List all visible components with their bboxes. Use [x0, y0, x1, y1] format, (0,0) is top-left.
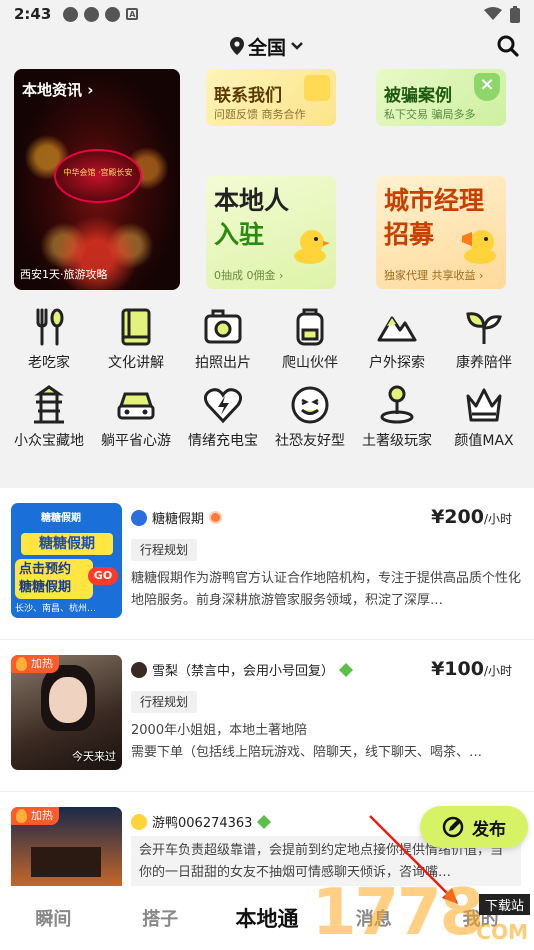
local-news-card[interactable]: 中华会馆 ·宫殿长安 本地资讯 › 西安1天·旅游攻略 [14, 69, 180, 290]
local-join-card[interactable]: 本地人 入驻 0抽成 0佣金 › [206, 176, 336, 289]
fraud-subtitle: 私下交易 骗局多多 [384, 108, 476, 121]
listing-description: 糖糖假期作为游鸭官方认证合作地陪机构，专注于提供高品质个性化地陪服务。前身深耕旅… [131, 571, 522, 608]
backpack-icon [296, 308, 324, 346]
category-item[interactable]: 躺平省心游 [96, 384, 176, 450]
car-icon [117, 392, 155, 420]
contact-us-card[interactable]: 联系我们 问题反馈 商务合作 [206, 69, 336, 126]
category-label: 颜值MAX [454, 433, 514, 449]
category-label: 小众宝藏地 [14, 433, 84, 449]
listing-price: ¥100/小时 [431, 658, 512, 680]
list-item[interactable]: 糖糖假期 糖糖假期 点击预约 糖糖假期 GO 长沙、南昌、杭州… 糖糖假期 ¥20… [0, 488, 534, 640]
go-badge: GO [88, 567, 118, 585]
publish-label: 发布 [472, 819, 506, 840]
location-selector[interactable]: 全国 [229, 33, 304, 60]
heart-bolt-icon [203, 388, 243, 424]
local-join-title: 本地人 入驻 [214, 186, 290, 249]
category-label: 情绪充电宝 [188, 433, 258, 449]
tab-local[interactable]: 本地通 [214, 903, 321, 933]
category-label: 躺平省心游 [101, 433, 171, 449]
boost-badge: 加热 [11, 655, 59, 673]
fraud-title: 被骗案例 [384, 86, 452, 106]
category-item[interactable]: 文化讲解 [96, 306, 176, 372]
level-diamond-icon [257, 814, 272, 829]
listing-thumbnail: 加热 今天来过 [11, 655, 122, 770]
level-diamond-icon [339, 662, 354, 677]
category-item[interactable]: 社恐友好型 [270, 384, 350, 450]
image-sign-text: 中华会馆 ·宫殿长安 [63, 168, 133, 177]
duck-megaphone-icon [462, 230, 496, 264]
contact-subtitle: 问题反馈 商务合作 [214, 108, 306, 121]
category-item[interactable]: 土著级玩家 [357, 384, 437, 450]
list-item[interactable]: 加热 今天来过 雪梨（禁言中，会用小号回复） ¥100/小时 行程规划 2000… [0, 640, 534, 792]
category-label: 户外探索 [369, 355, 425, 371]
listing-name: 雪梨（禁言中，会用小号回复） [131, 660, 354, 679]
pagoda-icon [34, 385, 64, 424]
listing-price: ¥200/小时 [431, 506, 512, 528]
location-label: 全国 [247, 36, 286, 59]
red-arrow-annotation [369, 815, 458, 904]
category-item[interactable]: 户外探索 [357, 306, 437, 372]
tab-partners[interactable]: 搭子 [107, 905, 214, 931]
avatar [131, 813, 147, 830]
search-icon[interactable] [496, 34, 520, 58]
thumbnail-caption: 今天来过 [72, 750, 116, 763]
status-time: 2:43 [14, 5, 52, 23]
category-label: 康养陪伴 [456, 355, 512, 371]
listing-thumbnail: 糖糖假期 糖糖假期 点击预约 糖糖假期 GO 长沙、南昌、杭州… [11, 503, 122, 618]
tab-moments[interactable]: 瞬间 [0, 905, 107, 931]
listing-name: 糖糖假期 [131, 508, 223, 527]
category-item[interactable]: 拍照出片 [183, 306, 263, 372]
book-icon [121, 308, 151, 346]
fork-spoon-icon [36, 308, 64, 346]
status-bar: 2:43 A [0, 0, 534, 28]
category-label: 拍照出片 [195, 355, 251, 371]
category-item[interactable]: 康养陪伴 [444, 306, 524, 372]
sprout-icon [466, 312, 502, 344]
app-notification-icon [84, 6, 100, 22]
notification-icons: A [63, 6, 139, 22]
listing-tag: 行程规划 [131, 539, 198, 561]
duck-mascot-icon [294, 230, 330, 264]
mountain-icon [377, 316, 417, 342]
contact-title: 联系我们 [214, 86, 282, 106]
category-item[interactable]: 情绪充电宝 [183, 384, 263, 450]
listing-tag: 行程规划 [131, 691, 198, 713]
listing-description: 2000年小姐姐，本地土著地陪 需要下单（包括线上陪玩游戏、陪聊天，线下聊天、喝茶… [131, 723, 483, 760]
notepad-icon [304, 75, 330, 101]
category-item[interactable]: 颜值MAX [444, 384, 524, 450]
fraud-cases-card[interactable]: × 被骗案例 私下交易 骗局多多 [376, 69, 506, 126]
avatar [131, 661, 147, 678]
category-item[interactable]: 爬山伙伴 [270, 306, 350, 372]
city-manager-subtitle: 独家代理 共享收益 › [384, 269, 484, 282]
city-manager-card[interactable]: 城市经理 招募 独家代理 共享收益 › [376, 176, 506, 289]
verified-badge-icon [209, 511, 223, 524]
local-join-subtitle: 0抽成 0佣金 › [214, 269, 284, 282]
chevron-down-icon [291, 42, 303, 50]
boost-badge: 加热 [11, 807, 59, 825]
category-item[interactable]: 小众宝藏地 [9, 384, 89, 450]
news-card-title[interactable]: 本地资讯 › [22, 79, 93, 100]
category-label: 老吃家 [28, 355, 70, 371]
category-label: 文化讲解 [108, 355, 164, 371]
app-notification-icon [63, 6, 79, 22]
map-pin-icon [380, 385, 414, 424]
a-notification-icon: A [126, 8, 139, 20]
app-notification-icon [105, 6, 121, 22]
avatar [131, 509, 147, 526]
top-header: 全国 [0, 30, 534, 62]
camera-icon [204, 309, 242, 344]
wifi-icon [484, 7, 502, 20]
category-item[interactable]: 老吃家 [9, 306, 89, 372]
app-root: 2:43 A 全国 中华会馆 ·宫殿长安 本地资讯 › 西安1天·旅游攻略 联系… [0, 0, 534, 950]
category-label: 土著级玩家 [362, 433, 432, 449]
location-pin-icon [229, 37, 244, 55]
news-card-caption: 西安1天·旅游攻略 [20, 268, 108, 281]
category-label: 社恐友好型 [275, 433, 345, 449]
shield-x-icon: × [474, 73, 500, 101]
smile-icon [291, 386, 329, 424]
listing-name: 游鸭006274363 [131, 812, 272, 831]
crown-icon [466, 388, 502, 422]
category-label: 爬山伙伴 [282, 355, 338, 371]
battery-icon [510, 5, 520, 23]
